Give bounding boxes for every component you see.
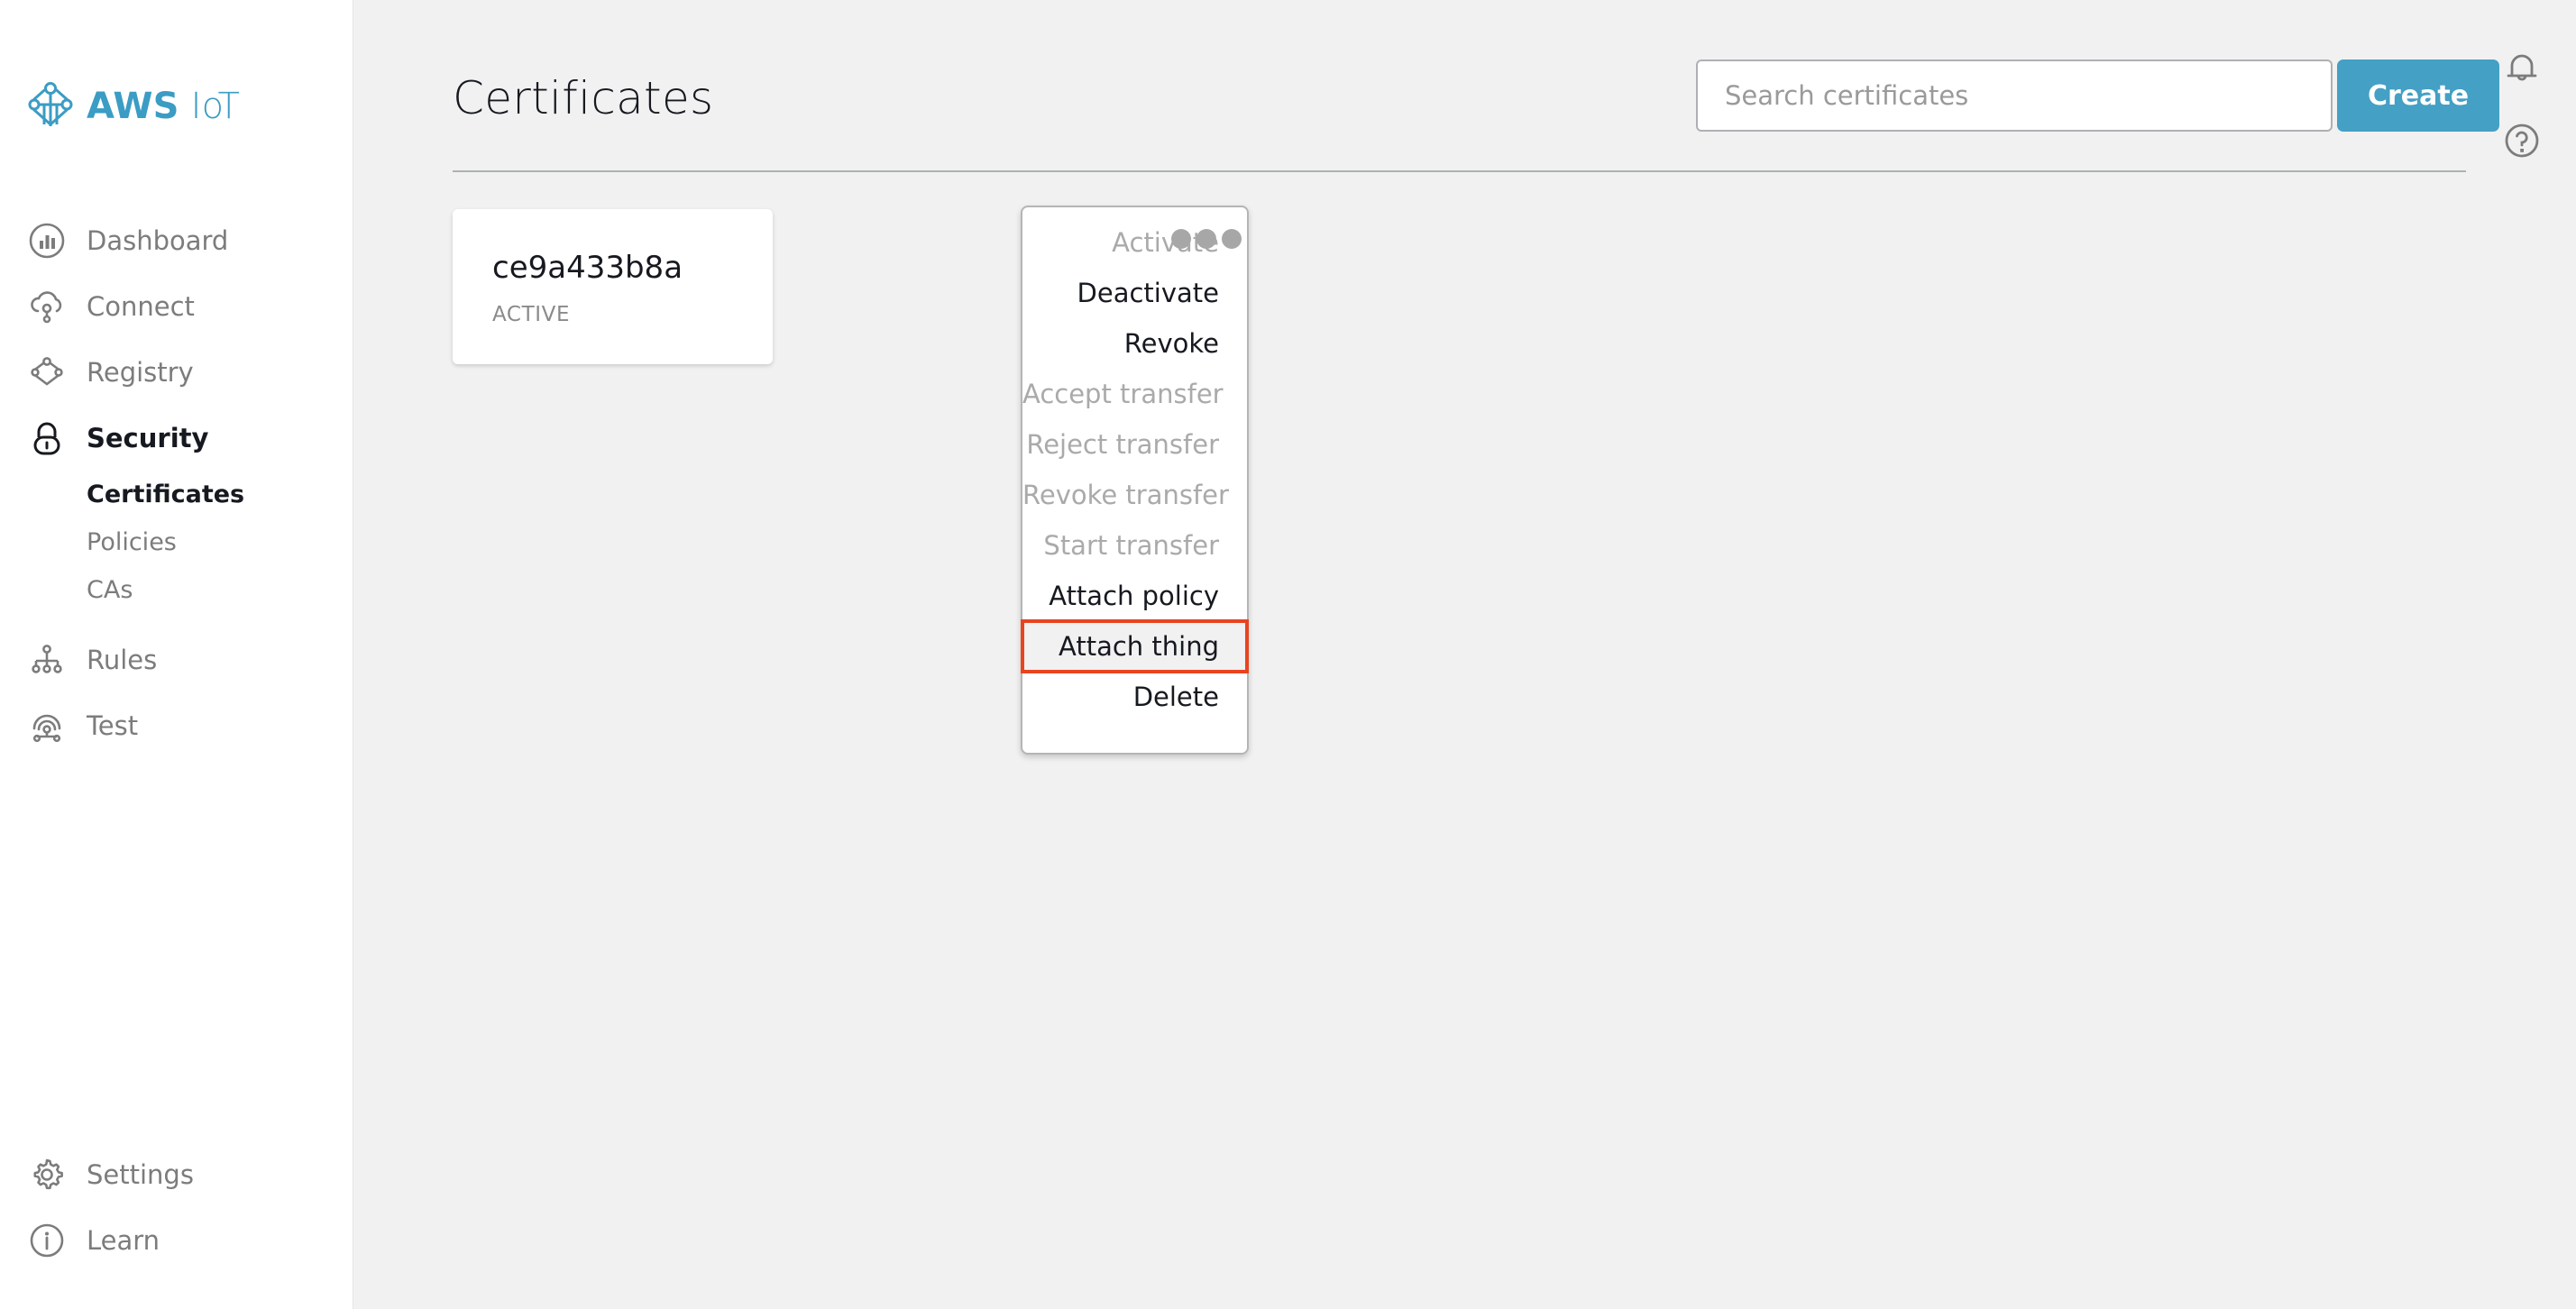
- dot-3: [1222, 229, 1242, 249]
- sidebar-subitem-certificates[interactable]: Certificates: [0, 471, 353, 518]
- sidebar-subitem-label: Policies: [87, 528, 177, 556]
- lock-icon: [27, 418, 67, 458]
- certificate-name: ce9a433b8a: [492, 250, 683, 286]
- sidebar-subitem-policies[interactable]: Policies: [0, 518, 353, 566]
- sidebar-bottom-nav: Settings Learn: [0, 1141, 353, 1273]
- aws-iot-logo-icon: [27, 79, 74, 133]
- sidebar-item-label: Connect: [87, 290, 195, 322]
- sidebar-item-test[interactable]: Test: [0, 692, 353, 758]
- rules-tree-icon: [27, 640, 67, 680]
- page-title: Certificates: [453, 72, 714, 124]
- sidebar-item-label: Registry: [87, 356, 194, 388]
- menu-item-reject-transfer: Reject transfer: [1026, 429, 1219, 460]
- menu-item-delete[interactable]: Delete: [1022, 672, 1247, 722]
- sidebar-item-dashboard[interactable]: Dashboard: [0, 207, 353, 273]
- sidebar-subitem-label: Certificates: [87, 481, 245, 508]
- page-header: Certificates Create: [353, 0, 2576, 189]
- cloud-connect-icon: [27, 287, 67, 326]
- top-icon-group: [2466, 0, 2576, 189]
- sidebar-item-label: Dashboard: [87, 224, 229, 256]
- sidebar-item-label: Test: [87, 709, 139, 741]
- sidebar-subitem-label: CAs: [87, 576, 133, 604]
- sidebar-item-registry[interactable]: Registry: [0, 339, 353, 405]
- sidebar-nav: Dashboard Connect Registry Security Cert…: [0, 207, 353, 758]
- sidebar-item-security[interactable]: Security: [0, 405, 353, 471]
- signal-wifi-icon: [27, 706, 67, 746]
- menu-item-revoke[interactable]: Revoke: [1022, 318, 1247, 369]
- sidebar-subitem-cas[interactable]: CAs: [0, 566, 353, 614]
- sidebar-item-label: Rules: [87, 644, 158, 675]
- menu-item-attach-policy[interactable]: Attach policy: [1022, 571, 1247, 621]
- header-divider: [453, 170, 2466, 172]
- logo-iot-text: IoT: [190, 86, 241, 127]
- menu-item-attach-thing[interactable]: Attach thing: [1021, 619, 1249, 673]
- gear-icon: [27, 1155, 67, 1195]
- aws-iot-console: AWS IoT Dashboard Connect Registry Secur…: [0, 0, 2576, 1309]
- aws-iot-logo-text: AWS IoT: [87, 86, 240, 127]
- certificate-card[interactable]: ce9a433b8a ACTIVE: [453, 209, 773, 364]
- sidebar-item-connect[interactable]: Connect: [0, 273, 353, 339]
- menu-item-accept-transfer: Accept transfer: [1022, 379, 1224, 409]
- aws-iot-logo[interactable]: AWS IoT: [27, 79, 240, 133]
- question-circle-icon[interactable]: [2500, 119, 2544, 162]
- sidebar: AWS IoT Dashboard Connect Registry Secur…: [0, 0, 353, 1309]
- sidebar-item-learn[interactable]: Learn: [0, 1207, 353, 1273]
- sidebar-item-label: Settings: [87, 1158, 194, 1190]
- chart-bar-circle-icon: [27, 221, 67, 261]
- dot-2: [1196, 229, 1216, 249]
- logo-aws-text: AWS: [87, 86, 179, 127]
- dot-1: [1171, 229, 1191, 249]
- info-circle-icon: [27, 1221, 67, 1260]
- search-input[interactable]: [1696, 60, 2333, 132]
- menu-item-start-transfer: Start transfer: [1043, 530, 1219, 561]
- registry-nodes-icon: [27, 352, 67, 392]
- sidebar-item-settings[interactable]: Settings: [0, 1141, 353, 1207]
- status-badge: ACTIVE: [492, 303, 571, 326]
- main-content: Certificates Create: [353, 0, 2576, 1309]
- menu-item-deactivate[interactable]: Deactivate: [1022, 268, 1247, 318]
- more-options-icon[interactable]: [1171, 219, 1242, 259]
- sidebar-item-label: Security: [87, 422, 209, 453]
- sidebar-item-rules[interactable]: Rules: [0, 627, 353, 692]
- sidebar-item-label: Learn: [87, 1224, 160, 1256]
- menu-item-revoke-transfer: Revoke transfer: [1022, 480, 1229, 510]
- bell-icon[interactable]: [2500, 47, 2544, 90]
- certificate-actions-menu: Activate Deactivate Revoke Accept transf…: [1021, 206, 1249, 755]
